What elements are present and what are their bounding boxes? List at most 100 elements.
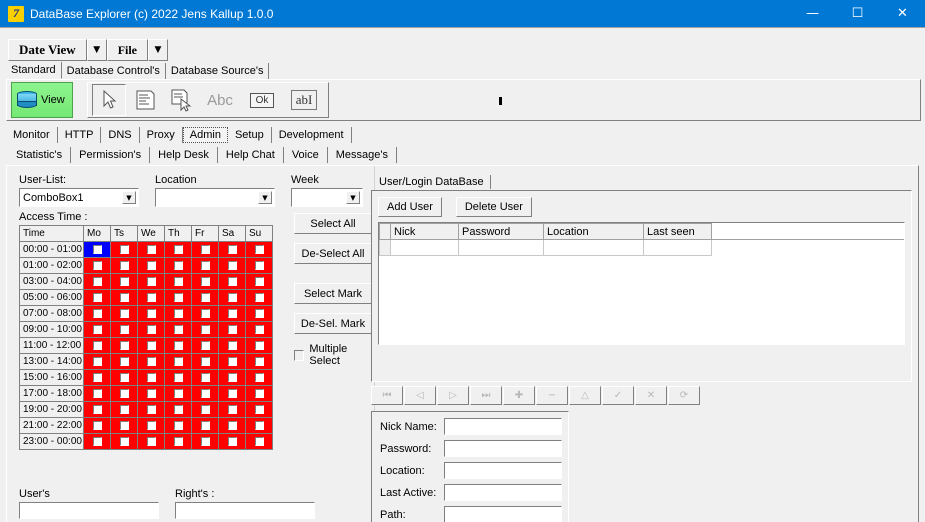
- form-input-nick-name[interactable]: [444, 418, 562, 435]
- grid-cell-checkbox[interactable]: [245, 433, 273, 450]
- checkbox-icon[interactable]: [92, 436, 102, 446]
- grid-cell-checkbox[interactable]: [245, 353, 273, 370]
- grid-cell-checkbox[interactable]: [137, 289, 165, 306]
- menu-date-view-dropdown-icon[interactable]: ▼: [86, 39, 107, 61]
- table-cell[interactable]: [458, 239, 544, 256]
- nav-delete-icon[interactable]: −: [536, 386, 568, 405]
- checkbox-icon[interactable]: [173, 276, 183, 286]
- checkbox-icon[interactable]: [200, 404, 210, 414]
- tab-database-controls[interactable]: Database Control's: [62, 63, 166, 79]
- grid-cell-checkbox[interactable]: [83, 401, 111, 418]
- grid-cell-checkbox[interactable]: [245, 337, 273, 354]
- edit-abi-icon[interactable]: abI: [284, 84, 324, 116]
- checkbox-icon[interactable]: [200, 276, 210, 286]
- grid-cell-checkbox[interactable]: [110, 257, 138, 274]
- checkbox-icon[interactable]: [173, 292, 183, 302]
- row-selector-cell[interactable]: [379, 239, 391, 256]
- checkbox-icon[interactable]: [146, 292, 156, 302]
- user-table-header-last-seen[interactable]: Last seen: [643, 223, 712, 240]
- grid-cell-checkbox[interactable]: [245, 385, 273, 402]
- checkbox-icon[interactable]: [227, 308, 237, 318]
- tab-database-sources[interactable]: Database Source's: [166, 63, 270, 79]
- menu-file-dropdown-icon[interactable]: ▼: [148, 39, 169, 61]
- grid-cell-checkbox[interactable]: [191, 353, 219, 370]
- checkbox-icon[interactable]: [227, 404, 237, 414]
- checkbox-icon[interactable]: [146, 404, 156, 414]
- grid-cell-checkbox[interactable]: [218, 321, 246, 338]
- checkbox-icon[interactable]: [92, 260, 102, 270]
- checkbox-icon[interactable]: [146, 260, 156, 270]
- grid-cell-checkbox[interactable]: [83, 369, 111, 386]
- grid-cell-checkbox[interactable]: [137, 385, 165, 402]
- checkbox-icon[interactable]: [254, 372, 264, 382]
- checkbox-icon[interactable]: [173, 404, 183, 414]
- checkbox-icon[interactable]: [146, 356, 156, 366]
- grid-cell-checkbox[interactable]: [110, 241, 138, 258]
- grid-cell-checkbox[interactable]: [191, 321, 219, 338]
- de-sel-mark-button[interactable]: De-Sel. Mark: [294, 313, 372, 334]
- checkbox-icon[interactable]: [227, 260, 237, 270]
- checkbox-icon[interactable]: [146, 340, 156, 350]
- grid-cell-checkbox[interactable]: [191, 241, 219, 258]
- form-input-last-active[interactable]: [444, 484, 562, 501]
- location-combobox[interactable]: ▼: [155, 188, 275, 207]
- checkbox-icon[interactable]: [200, 372, 210, 382]
- checkbox-icon[interactable]: [227, 276, 237, 286]
- checkbox-icon[interactable]: [173, 244, 183, 254]
- checkbox-icon[interactable]: [146, 372, 156, 382]
- grid-cell-checkbox[interactable]: [83, 433, 111, 450]
- grid-cell-checkbox[interactable]: [245, 369, 273, 386]
- form-input-path[interactable]: [444, 506, 562, 522]
- grid-cell-checkbox[interactable]: [83, 353, 111, 370]
- checkbox-icon[interactable]: [254, 260, 264, 270]
- checkbox-icon[interactable]: [254, 436, 264, 446]
- minimize-button[interactable]: —: [790, 0, 835, 27]
- grid-cell-checkbox[interactable]: [218, 417, 246, 434]
- checkbox-icon[interactable]: [227, 436, 237, 446]
- user-table-header-nick[interactable]: Nick: [390, 223, 459, 240]
- chevron-down-icon[interactable]: ▼: [258, 191, 272, 204]
- grid-cell-checkbox[interactable]: [164, 273, 192, 290]
- grid-cell-checkbox[interactable]: [164, 289, 192, 306]
- subtab-permissions[interactable]: Permission's: [71, 147, 151, 163]
- checkbox-icon[interactable]: [200, 292, 210, 302]
- grid-cell-checkbox[interactable]: [245, 321, 273, 338]
- grid-cell-checkbox[interactable]: [164, 337, 192, 354]
- close-button[interactable]: ✕: [880, 0, 925, 27]
- checkbox-icon[interactable]: [119, 388, 129, 398]
- grid-cell-checkbox[interactable]: [137, 257, 165, 274]
- checkbox-icon[interactable]: [200, 356, 210, 366]
- grid-cell-checkbox[interactable]: [164, 417, 192, 434]
- checkbox-icon[interactable]: [254, 244, 264, 254]
- nav-last-icon[interactable]: ⏭: [470, 386, 502, 405]
- nav-prior-icon[interactable]: ◁: [404, 386, 436, 405]
- checkbox-icon[interactable]: [92, 324, 102, 334]
- checkbox-icon[interactable]: [119, 372, 129, 382]
- grid-cell-checkbox[interactable]: [137, 321, 165, 338]
- checkbox-icon[interactable]: [173, 388, 183, 398]
- grid-cell-checkbox[interactable]: [245, 257, 273, 274]
- grid-cell-checkbox[interactable]: [218, 273, 246, 290]
- tab-http[interactable]: HTTP: [58, 127, 102, 143]
- grid-cell-checkbox[interactable]: [137, 305, 165, 322]
- pointer-icon[interactable]: [92, 84, 126, 116]
- subtab-messages[interactable]: Message's: [328, 147, 397, 163]
- grid-cell-checkbox[interactable]: [110, 369, 138, 386]
- grid-cell-checkbox[interactable]: [218, 257, 246, 274]
- grid-cell-checkbox[interactable]: [191, 337, 219, 354]
- grid-cell-checkbox[interactable]: [83, 257, 111, 274]
- add-user-button[interactable]: Add User: [378, 197, 442, 217]
- maximize-button[interactable]: ☐: [835, 0, 880, 27]
- checkbox-icon[interactable]: [227, 292, 237, 302]
- checkbox-icon[interactable]: [146, 436, 156, 446]
- checkbox-icon[interactable]: [227, 388, 237, 398]
- checkbox-icon[interactable]: [92, 372, 102, 382]
- user-list-combobox[interactable]: ComboBox1 ▼: [19, 188, 139, 207]
- checkbox-icon[interactable]: [119, 276, 129, 286]
- checkbox-icon[interactable]: [254, 308, 264, 318]
- grid-cell-checkbox[interactable]: [218, 353, 246, 370]
- checkbox-icon[interactable]: [200, 340, 210, 350]
- checkbox-icon[interactable]: [173, 436, 183, 446]
- grid-cell-checkbox[interactable]: [191, 289, 219, 306]
- checkbox-icon[interactable]: [227, 244, 237, 254]
